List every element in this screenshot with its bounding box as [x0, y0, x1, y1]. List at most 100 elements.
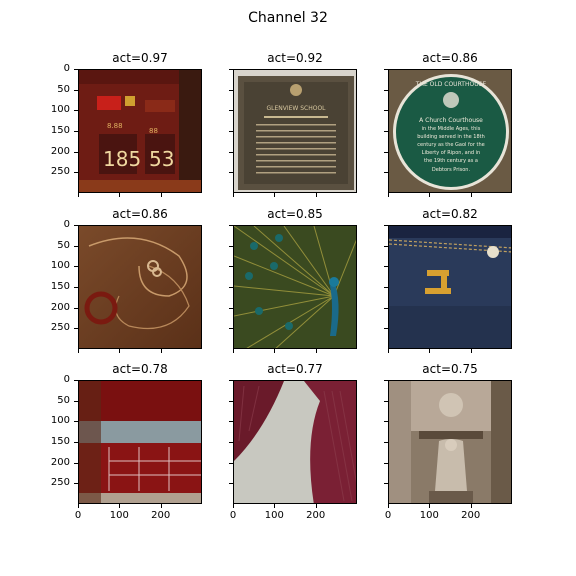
- y-tick: [74, 131, 78, 132]
- y-tick-label: 200: [50, 145, 70, 157]
- y-tick: [74, 69, 78, 70]
- panel-7: act=0.78: [78, 362, 202, 504]
- y-tick: [229, 400, 233, 402]
- x-tick: [429, 193, 431, 197]
- y-tick-label: 250: [50, 166, 70, 178]
- y-tick: [74, 151, 78, 153]
- y-tick: [384, 287, 388, 288]
- y-tick: [74, 266, 78, 268]
- y-tick: [74, 307, 78, 309]
- svg-text:the 19th century as a: the 19th century as a: [424, 158, 478, 164]
- x-tick: [233, 193, 234, 197]
- panel-title: act=0.86: [422, 51, 478, 65]
- y-tick-label: 250: [50, 477, 70, 489]
- panel-title: act=0.82: [422, 207, 478, 221]
- panel-title: act=0.77: [267, 362, 323, 376]
- y-tick: [74, 421, 78, 423]
- y-tick-label: 0: [63, 219, 70, 230]
- y-tick: [229, 69, 233, 70]
- x-tick: [119, 349, 121, 353]
- y-tick: [74, 328, 78, 330]
- y-tick-label: 100: [50, 260, 70, 272]
- y-tick-label: 100: [50, 104, 70, 116]
- y-tick: [384, 400, 388, 402]
- scoreboard-image: 8.88 88 185 53: [78, 69, 202, 193]
- y-tick: [74, 89, 78, 91]
- y-tick-label: 250: [50, 322, 70, 334]
- x-tick: [119, 504, 121, 508]
- x-tick-label: 0: [384, 510, 392, 521]
- y-tick: [229, 328, 233, 330]
- y-tick-label: 0: [63, 374, 70, 385]
- ring-text: THE OLD COURTHOUSE: [415, 81, 487, 88]
- panel-title: act=0.97: [112, 51, 168, 65]
- denim-pocket-image: [388, 225, 512, 349]
- y-tick: [384, 225, 388, 226]
- panel-title: act=0.75: [422, 362, 478, 376]
- y-tick: [74, 483, 78, 485]
- y-tick: [229, 172, 233, 174]
- bronze-plaque-image: GLENVIEW SCHOOL: [233, 69, 357, 193]
- y-tick: [229, 151, 233, 153]
- x-tick-label: 200: [151, 510, 171, 521]
- y-tick: [229, 442, 233, 443]
- x-tick: [315, 193, 317, 197]
- green-courthouse-plaque-image: THE OLD COURTHOUSE A Church Courthouse i…: [388, 69, 512, 193]
- x-tick: [429, 504, 431, 508]
- panel-8: act=0.77: [233, 362, 357, 504]
- y-tick-label: 50: [57, 394, 70, 406]
- x-tick: [233, 349, 234, 353]
- y-tick: [384, 483, 388, 485]
- panel-title: act=0.86: [112, 207, 168, 221]
- panel-9: act=0.75: [388, 362, 512, 504]
- x-tick-label: 0: [229, 510, 237, 521]
- y-tick: [74, 110, 78, 112]
- y-tick: [229, 266, 233, 268]
- x-tick-label: 100: [419, 510, 439, 521]
- y-tick: [384, 380, 388, 381]
- y-tick: [229, 110, 233, 112]
- panel-6: act=0.82: [388, 207, 512, 349]
- y-tick: [229, 421, 233, 423]
- x-tick: [233, 504, 234, 508]
- x-tick-label: 100: [109, 510, 129, 521]
- y-tick: [384, 266, 388, 268]
- stone-statue-image: [388, 380, 512, 504]
- x-tick-label: 100: [264, 510, 284, 521]
- figure-title: Channel 32: [248, 10, 328, 26]
- x-tick-label: 200: [461, 510, 481, 521]
- y-tick-label: 150: [50, 125, 70, 136]
- y-tick-label: 50: [57, 239, 70, 251]
- svg-text:in the Middle Ages, this: in the Middle Ages, this: [422, 126, 481, 132]
- y-tick-label: 0: [63, 63, 70, 74]
- y-tick: [229, 225, 233, 226]
- svg-text:8.88: 8.88: [107, 122, 123, 130]
- panel-1: act=0.97 8.88 88 185 53: [78, 51, 202, 193]
- panel-2: act=0.92 GLENVIEW SCHOOL: [233, 51, 357, 193]
- x-tick: [315, 504, 317, 508]
- y-tick: [229, 131, 233, 132]
- y-tick-label: 200: [50, 301, 70, 313]
- x-tick: [160, 504, 162, 508]
- y-tick: [74, 462, 78, 464]
- x-tick-label: 0: [74, 510, 82, 521]
- x-tick: [470, 349, 472, 353]
- y-tick: [229, 89, 233, 91]
- y-tick: [229, 380, 233, 381]
- y-tick-label: 200: [50, 456, 70, 468]
- y-tick: [384, 89, 388, 91]
- y-tick: [229, 245, 233, 247]
- svg-text:century as the Gaol for the: century as the Gaol for the: [417, 142, 484, 148]
- x-tick: [78, 349, 79, 353]
- x-tick: [470, 193, 472, 197]
- y-tick: [74, 172, 78, 174]
- x-tick: [388, 193, 389, 197]
- x-tick: [388, 349, 389, 353]
- y-tick: [384, 307, 388, 309]
- y-tick-label: 150: [50, 281, 70, 292]
- peacock-image: [233, 225, 357, 349]
- svg-text:building served in the 18th: building served in the 18th: [417, 134, 485, 140]
- svg-text:Liberty of Ripon, and in: Liberty of Ripon, and in: [422, 150, 480, 156]
- x-tick: [274, 193, 276, 197]
- y-tick: [74, 287, 78, 288]
